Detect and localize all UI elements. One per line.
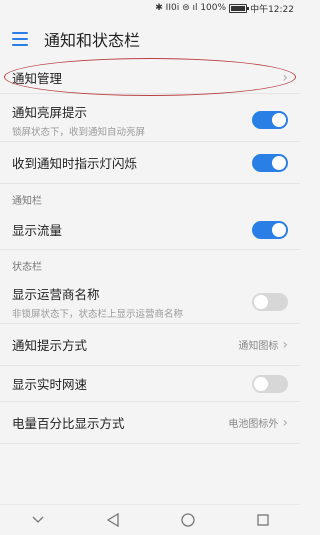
- status-icons: ✱ ⅠⅠ0ⅰ ⊜ ıl 100%: [155, 3, 227, 13]
- chevron-right-icon: ›: [282, 414, 288, 431]
- navigation-bar: [0, 504, 300, 535]
- notification-style-label: 通知提示方式: [12, 338, 88, 353]
- status-bar: ✱ ⅠⅠ0ⅰ ⊜ ıl 100% 中午12:22: [0, 0, 300, 16]
- show-traffic-label: 显示流量: [12, 223, 63, 238]
- battery-level: [231, 5, 246, 11]
- nav-recents-icon[interactable]: [248, 505, 278, 535]
- battery-percent-item[interactable]: 电量百分比显示方式 电池图标外 ›: [0, 402, 300, 444]
- menu-icon[interactable]: [12, 32, 28, 46]
- carrier-name-sub: 非锁屏状态下，状态栏上显示运营商名称: [12, 308, 184, 320]
- chevron-right-icon: ›: [282, 69, 288, 86]
- battery-percent-value: 电池图标外: [228, 419, 279, 430]
- notification-management-item[interactable]: 通知管理 ›: [0, 62, 300, 94]
- carrier-name-toggle[interactable]: [252, 292, 288, 311]
- show-traffic-item[interactable]: 显示流量: [0, 210, 300, 250]
- chevron-right-icon: ›: [282, 336, 288, 353]
- nav-down-icon[interactable]: [23, 505, 53, 535]
- notification-management-label: 通知管理: [12, 71, 63, 86]
- carrier-name-label: 显示运营商名称: [12, 286, 100, 302]
- section-header-notification-bar: 通知栏: [12, 195, 42, 207]
- nav-home-icon[interactable]: [173, 505, 203, 535]
- indicator-light-item[interactable]: 收到通知时指示灯闪烁: [0, 142, 300, 184]
- lockscreen-wake-sub: 锁屏状态下，收到通知自动亮屏: [12, 126, 146, 138]
- battery-percent-label: 电量百分比显示方式: [12, 416, 125, 431]
- lockscreen-wake-label: 通知亮屏提示: [12, 104, 88, 120]
- show-traffic-toggle[interactable]: [252, 220, 288, 239]
- indicator-light-label: 收到通知时指示灯闪烁: [12, 156, 138, 171]
- realtime-speed-toggle[interactable]: [252, 374, 288, 393]
- section-header-status-bar: 状态栏: [12, 261, 42, 273]
- page-title: 通知和状态栏: [44, 31, 141, 50]
- indicator-light-toggle[interactable]: [252, 153, 288, 172]
- notification-style-value: 通知图标: [238, 341, 279, 352]
- realtime-speed-label: 显示实时网速: [12, 377, 88, 392]
- lockscreen-wake-toggle[interactable]: [252, 110, 288, 129]
- carrier-name-item[interactable]: 显示运营商名称 非锁屏状态下，状态栏上显示运营商名称: [0, 280, 300, 324]
- battery-icon: [229, 3, 250, 13]
- lockscreen-wake-item[interactable]: 通知亮屏提示 锁屏状态下，收到通知自动亮屏: [0, 98, 300, 142]
- status-time: 中午12:22: [250, 4, 294, 15]
- notification-style-item[interactable]: 通知提示方式 通知图标 ›: [0, 324, 300, 366]
- nav-back-icon[interactable]: [98, 505, 128, 535]
- app-bar: 通知和状态栏: [0, 16, 300, 62]
- realtime-speed-item[interactable]: 显示实时网速: [0, 366, 300, 402]
